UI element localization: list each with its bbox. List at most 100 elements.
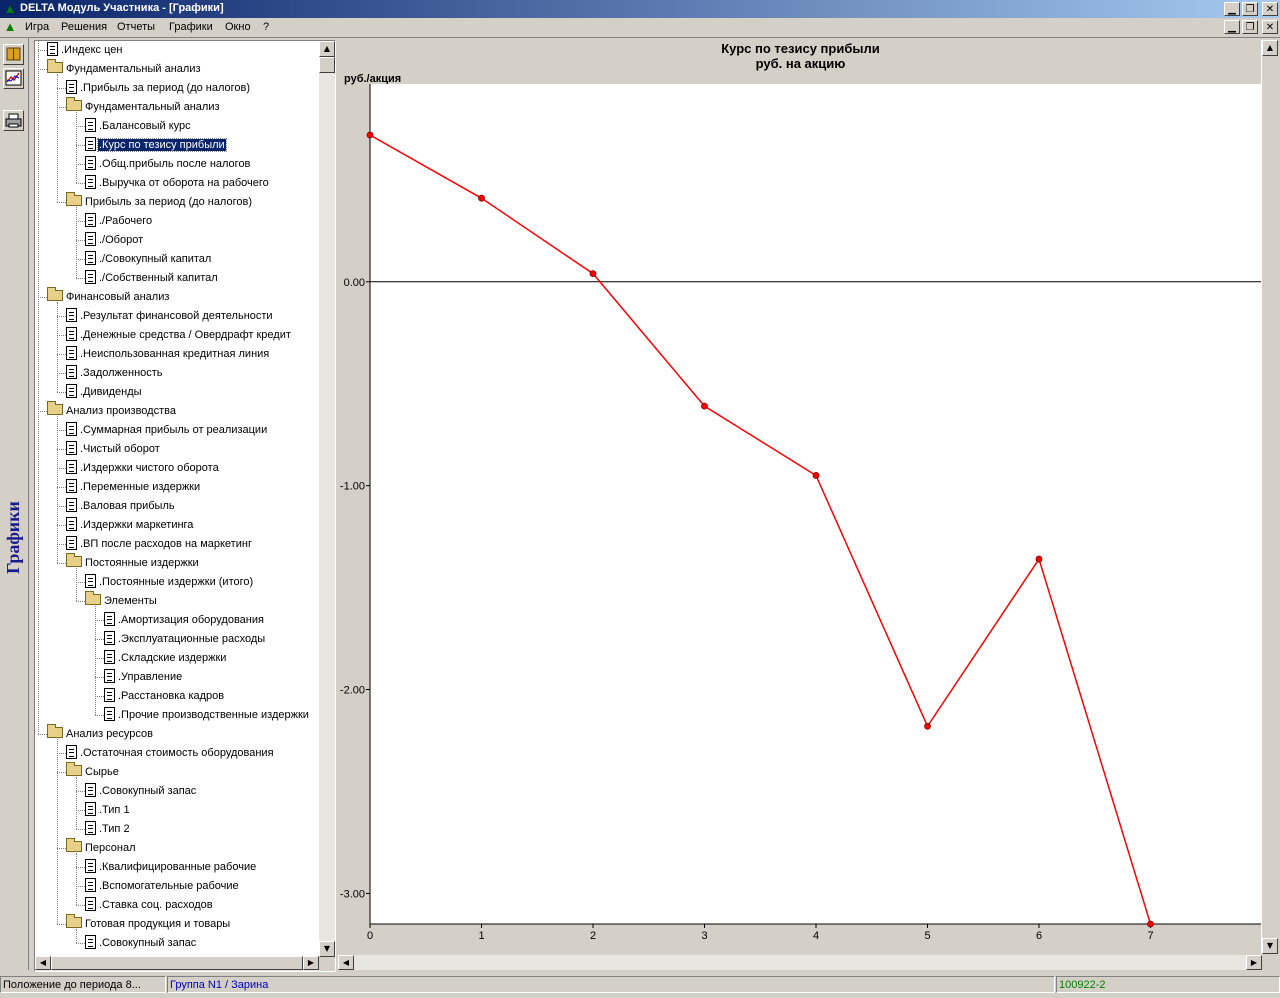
scroll-up-button[interactable]: ▲ [319,41,335,57]
tree-folder[interactable]: Анализ производства [47,401,177,421]
tree-item[interactable]: .Постоянные издержки (итого) [85,573,254,592]
tree-item[interactable]: .Дивиденды [66,383,143,402]
app-icon: ▲ [3,1,17,16]
tree-item[interactable]: .Тип 1 [85,801,131,820]
child-minimize-button[interactable]: ▁ [1224,20,1240,34]
book-button[interactable] [3,44,24,65]
tree-item[interactable]: .Суммарная прибыль от реализации [66,421,268,440]
tree-item[interactable]: .Остаточная стоимость оборудования [66,744,275,763]
scroll-down-button[interactable]: ▼ [319,941,335,957]
folder-open-icon [66,553,82,567]
tree-folder[interactable]: Готовая продукция и товары [66,914,231,934]
tree-item[interactable]: .Прибыль за период (до налогов) [66,79,251,98]
tree-item[interactable]: .Индекс цен [47,41,123,60]
tree-item[interactable]: .Издержки чистого оборота [66,459,220,478]
menu-help[interactable]: ? [263,21,269,33]
line-chart: 0.00 -1.00 -2.00 -3.00 0 1 2 3 4 5 6 7 [340,84,1262,942]
document-icon [85,821,96,835]
tree-item[interactable]: .Издержки маркетинга [66,516,194,535]
menu-charts[interactable]: Графики [169,21,213,33]
tree-item[interactable]: .Ставка соц. расходов [85,896,214,915]
tree-item[interactable]: .Денежные средства / Овердрафт кредит [66,326,292,345]
maximize-button[interactable]: ❐ [1242,2,1258,16]
tree-item[interactable]: .Совокупный запас [85,782,197,801]
tree-item[interactable]: .Управление [104,668,183,687]
print-button[interactable] [3,110,24,131]
tree-item-label: ./Рабочего [99,215,153,227]
tree-item[interactable]: .Задолженность [66,364,164,383]
book-icon [6,47,21,61]
tree-item[interactable]: .Расстановка кадров [104,687,225,706]
tree-item[interactable]: ./Оборот [85,231,144,250]
tree-item[interactable]: .Вспомогательные рабочие [85,877,240,896]
child-close-button[interactable]: ✕ [1262,20,1278,34]
tree-folder[interactable]: Сырье [66,762,120,782]
data-point [1035,555,1043,563]
tree-folder[interactable]: Постоянные издержки [66,553,200,573]
menu-window[interactable]: Окно [225,21,251,33]
tree-item[interactable]: .Балансовый курс [85,117,192,136]
tree-connector [57,468,66,469]
tree-item[interactable]: .Валовая прибыль [66,497,176,516]
chart-panel: Курс по тезису прибыли руб. на акцию руб… [338,40,1278,970]
tree-item[interactable]: .Переменные издержки [66,478,201,497]
chart-vertical-scrollbar[interactable]: ▲ ▼ [1261,40,1278,954]
chart-scroll-down-button[interactable]: ▼ [1262,938,1278,954]
tree-folder[interactable]: Фундаментальный анализ [66,97,221,117]
folder-open-icon [47,287,63,301]
tree-item[interactable]: .Курс по тезису прибыли [85,136,227,155]
tree-item[interactable]: .Тип 2 [85,820,131,839]
tree-item-label: .Издержки маркетинга [80,519,194,531]
tree-item-label: .Результат финансовой деятельности [80,310,273,322]
tree-item[interactable]: .Складские издержки [104,649,227,668]
tree-item[interactable]: .Прочие производственные издержки [104,706,310,725]
tree-folder[interactable]: Анализ ресурсов [47,724,154,744]
minimize-button[interactable]: ▁ [1224,2,1240,16]
tree-connector [76,810,85,811]
tree-connector [76,886,85,887]
document-icon [66,80,77,94]
tree-item[interactable]: ./Рабочего [85,212,153,231]
tree-item-label: .Тип 1 [99,804,130,816]
close-button[interactable]: ✕ [1262,2,1278,16]
child-restore-button[interactable]: ❐ [1242,20,1258,34]
tree-horizontal-scrollbar[interactable]: ◀ ▶ [35,956,319,971]
tree-item[interactable]: .ВП после расходов на маркетинг [66,535,253,554]
tree-item[interactable]: ./Совокупный капитал [85,250,212,269]
mdi-doc-icon[interactable]: ▲ [3,20,17,34]
tree-item[interactable]: .Эксплуатационные расходы [104,630,266,649]
menu-game[interactable]: Игра [25,21,49,33]
tree-folder[interactable]: Финансовый анализ [47,287,170,307]
document-icon [85,251,96,265]
tree-connector [76,221,85,222]
tree-item[interactable]: .Амортизация оборудования [104,611,265,630]
menu-decisions[interactable]: Решения [61,21,107,33]
document-icon [66,745,77,759]
tree-item-label: .Задолженность [80,367,163,379]
menu-reports[interactable]: Отчеты [117,21,155,33]
scroll-right-button[interactable]: ▶ [303,956,319,970]
tree-connector [76,126,85,127]
tree-item[interactable]: .Неиспользованная кредитная линия [66,345,270,364]
chart-scroll-up-button[interactable]: ▲ [1262,40,1278,56]
chart-scroll-right-button[interactable]: ▶ [1246,955,1262,970]
tree-item[interactable]: .Результат финансовой деятельности [66,307,274,326]
chart-scroll-left-button[interactable]: ◀ [338,955,354,970]
tree-item[interactable]: .Квалифицированные рабочие [85,858,257,877]
tree-item[interactable]: .Выручка от оборота на рабочего [85,174,270,193]
tree-item[interactable]: .Совокупный запас [85,934,197,953]
tree-item[interactable]: .Общ.прибыль после налогов [85,155,251,174]
tree-folder[interactable]: Прибыль за период (до налогов) [66,192,253,212]
tree-connector [57,753,66,754]
tree-connector [95,715,104,716]
tree-folder[interactable]: Фундаментальный анализ [47,59,202,79]
tree-vertical-scrollbar[interactable]: ▲ ▼ [319,41,335,957]
tree-item-label: .Остаточная стоимость оборудования [80,747,274,759]
tree-item[interactable]: ./Собственный капитал [85,269,219,288]
scroll-thumb[interactable] [319,57,335,73]
scroll-left-button[interactable]: ◀ [35,956,51,970]
chart-horizontal-scrollbar[interactable]: ◀ ▶ [338,955,1262,970]
hscroll-thumb[interactable] [51,956,303,970]
tree-item[interactable]: .Чистый оборот [66,440,161,459]
chart-button[interactable] [3,68,24,89]
